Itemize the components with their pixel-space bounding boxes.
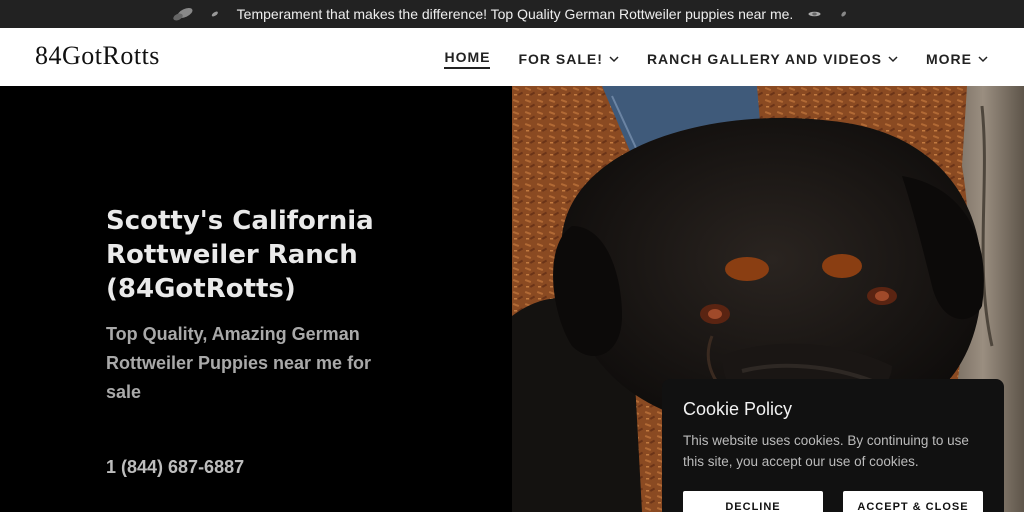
accept-close-button[interactable]: ACCEPT & CLOSE (843, 491, 983, 512)
chevron-down-icon (888, 56, 898, 63)
menu-item-label: MORE (926, 51, 972, 67)
cookie-banner: Cookie Policy This website uses cookies.… (662, 379, 1004, 512)
menu-item-label: FOR SALE! (518, 51, 603, 67)
main-menu: HOME FOR SALE! RANCH GALLERY AND VIDEOS … (444, 28, 988, 86)
site-logo[interactable]: 84GotRotts (35, 41, 160, 71)
menu-item-label: RANCH GALLERY AND VIDEOS (646, 51, 882, 67)
cookie-buttons: DECLINE ACCEPT & CLOSE (683, 491, 983, 512)
hero-phone[interactable]: 1 (844) 687-6887 (106, 457, 244, 478)
announcement-text: Temperament that makes the difference! T… (236, 6, 794, 22)
decline-button[interactable]: DECLINE (683, 491, 823, 512)
menu-item-ranch-gallery[interactable]: RANCH GALLERY AND VIDEOS (647, 47, 898, 67)
hero-text-panel: Scotty's California Rottweiler Ranch (84… (0, 86, 512, 512)
chevron-down-icon (609, 56, 619, 63)
menu-item-home[interactable]: HOME (444, 45, 491, 69)
leaf-icon (172, 8, 193, 21)
leaf-icon (841, 11, 847, 17)
menu-item-more[interactable]: MORE (926, 47, 988, 67)
hero-subtitle: Top Quality, Amazing German Rottweiler P… (106, 324, 372, 402)
leaf-icon (808, 11, 821, 17)
menu-item-label: HOME (444, 49, 491, 65)
leaf-icon (211, 11, 218, 17)
site-header: 84GotRotts HOME FOR SALE! RANCH GALLERY … (0, 28, 1024, 86)
hero-title: Scotty's California Rottweiler Ranch (84… (106, 206, 374, 304)
menu-item-for-sale[interactable]: FOR SALE! (518, 47, 619, 67)
cookie-title: Cookie Policy (683, 399, 793, 419)
chevron-down-icon (978, 56, 988, 63)
announcement-bar: Temperament that makes the difference! T… (0, 0, 1024, 28)
cookie-text: This website uses cookies. By continuing… (683, 433, 969, 469)
